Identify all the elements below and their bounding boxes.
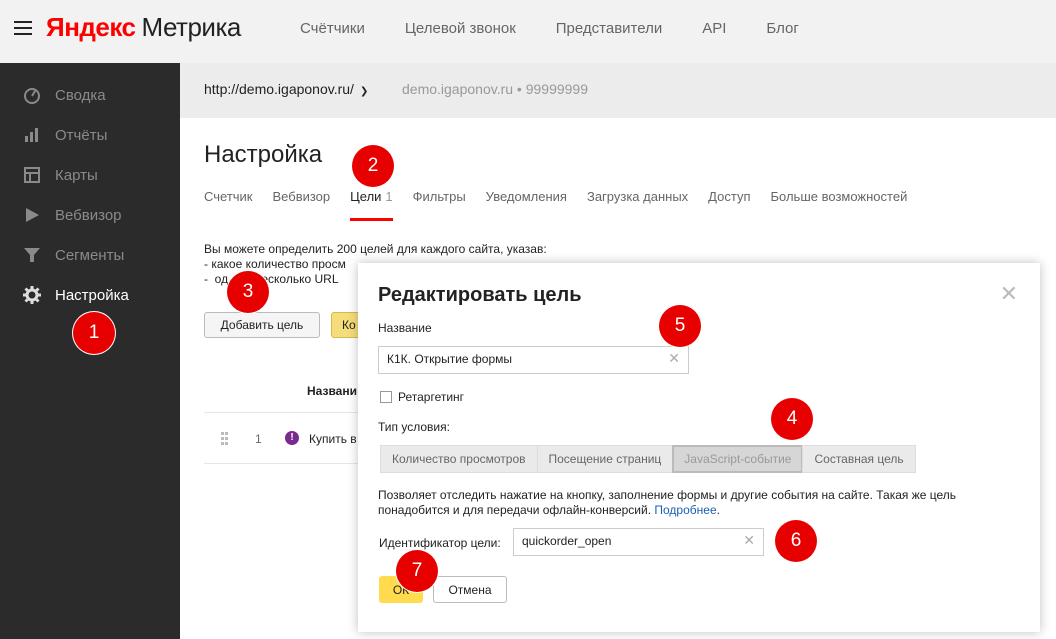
tab-filters[interactable]: Фильтры: [413, 189, 466, 204]
condition-type-label: Тип условия:: [378, 420, 450, 434]
condition-javascript-event[interactable]: JavaScript-событие: [672, 445, 804, 473]
condition-hint: Позволяет отследить нажатие на кнопку, з…: [378, 488, 957, 517]
nav-link-representatives[interactable]: Представители: [556, 20, 662, 37]
nav-link-api[interactable]: API: [702, 20, 726, 37]
settings-tabs: Счетчик Вебвизор Цели 1 Фильтры Уведомлен…: [204, 189, 927, 221]
page-title: Настройка: [204, 141, 323, 168]
condition-composite-goal[interactable]: Составная цель: [802, 445, 916, 473]
divider: [204, 463, 364, 464]
condition-type-selector: Количество просмотров Посещение страниц …: [380, 445, 916, 473]
annotation-marker: 4: [771, 398, 813, 440]
tab-more-features[interactable]: Больше возможностей: [771, 189, 908, 204]
annotation-marker: 2: [352, 145, 394, 187]
goals-count: 1: [385, 189, 393, 204]
cancel-button[interactable]: Отмена: [433, 576, 507, 603]
sidebar-item-webvisor[interactable]: Вебвизор: [22, 205, 122, 225]
name-label: Название: [378, 321, 432, 335]
annotation-marker: 6: [775, 520, 817, 562]
retargeting-label: Ретаргетинг: [398, 390, 465, 404]
clear-icon[interactable]: ✕: [743, 532, 755, 549]
warning-icon: !: [285, 431, 299, 445]
tab-counter[interactable]: Счетчик: [204, 189, 253, 204]
map-icon: [24, 167, 40, 183]
sidebar-item-maps[interactable]: Карты: [22, 165, 98, 185]
goal-name-input[interactable]: К1К. Открытие формы ✕: [378, 346, 689, 374]
top-header: Яндекс Метрика Счётчики Целевой звонок Пр…: [0, 0, 1056, 63]
more-info-link[interactable]: Подробнее: [654, 503, 716, 517]
sidebar-item-segments[interactable]: Сегменты: [22, 245, 124, 265]
chevron-down-icon: ❯: [359, 86, 369, 97]
filter-icon: [24, 248, 40, 262]
divider: [204, 412, 364, 413]
sidebar-item-reports[interactable]: Отчёты: [22, 125, 107, 145]
gauge-icon: [24, 88, 40, 104]
goal-id-input[interactable]: quickorder_open ✕: [513, 528, 764, 556]
nav-link-target-call[interactable]: Целевой звонок: [405, 20, 516, 37]
annotation-marker: 5: [659, 305, 701, 347]
add-goal-button[interactable]: Добавить цель: [204, 312, 320, 338]
goal-id-label: Идентификатор цели:: [379, 536, 501, 550]
sidebar-item-summary[interactable]: Сводка: [22, 85, 106, 105]
condition-pageviews[interactable]: Количество просмотров: [380, 445, 538, 473]
annotation-marker: 1: [73, 312, 115, 354]
goal-row-name[interactable]: Купить в: [309, 432, 357, 446]
tab-access[interactable]: Доступ: [708, 189, 750, 204]
tab-data-upload[interactable]: Загрузка данных: [587, 189, 688, 204]
tab-goals[interactable]: Цели 1: [350, 189, 393, 221]
column-header-name: Названи: [307, 384, 357, 398]
nav-link-counters[interactable]: Счётчики: [300, 20, 365, 37]
nav-link-blog[interactable]: Блог: [766, 20, 798, 37]
close-icon[interactable]: ✕: [1000, 281, 1018, 307]
top-navigation: Счётчики Целевой звонок Представители AP…: [300, 20, 839, 37]
site-meta: demo.igaponov.ru • 99999999: [402, 81, 589, 97]
dialog-title: Редактировать цель: [378, 284, 582, 306]
yandex-metrika-logo[interactable]: Яндекс Метрика: [46, 12, 241, 43]
condition-page-visit[interactable]: Посещение страниц: [536, 445, 674, 473]
goal-row-number: 1: [255, 432, 262, 446]
annotation-marker: 7: [396, 550, 438, 592]
hamburger-menu-icon[interactable]: [14, 21, 34, 37]
annotation-marker: 3: [227, 271, 269, 313]
drag-handle-icon[interactable]: [221, 432, 231, 446]
bar-chart-icon: [25, 128, 38, 142]
play-icon: [26, 208, 39, 222]
tab-webvisor[interactable]: Вебвизор: [273, 189, 331, 204]
retargeting-checkbox[interactable]: [380, 391, 392, 403]
site-selector-bar: http://demo.igaponov.ru/❯ demo.igaponov.…: [180, 63, 1056, 118]
clear-icon[interactable]: ✕: [668, 350, 680, 367]
sidebar-item-settings[interactable]: Настройка: [22, 285, 129, 305]
gear-icon: [23, 286, 41, 304]
tab-notifications[interactable]: Уведомления: [486, 189, 567, 204]
site-selector[interactable]: http://demo.igaponov.ru/❯: [204, 81, 368, 97]
